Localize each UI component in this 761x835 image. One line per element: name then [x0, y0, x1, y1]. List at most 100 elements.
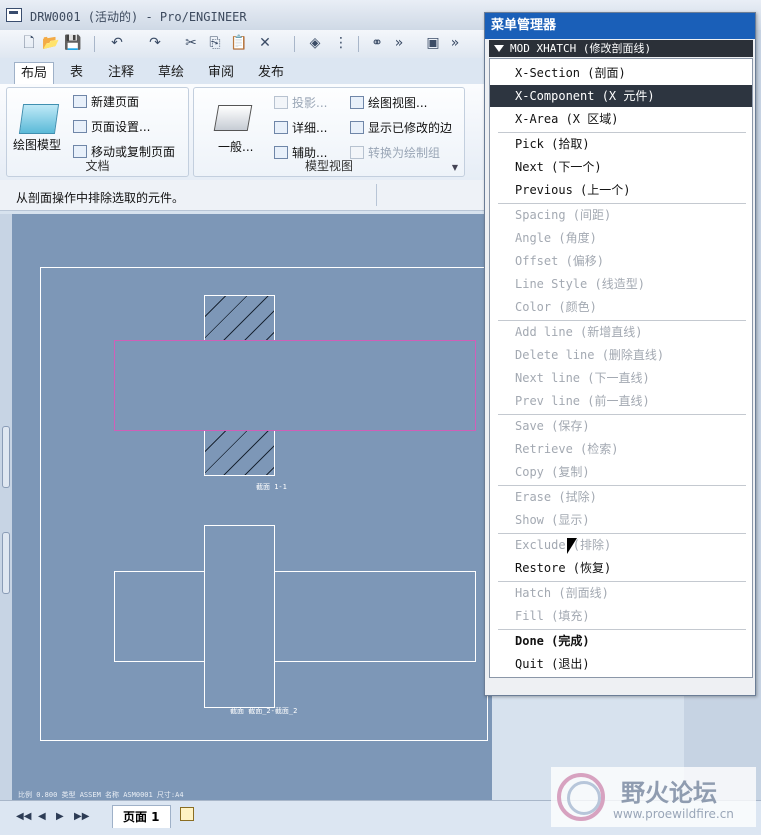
window-title: DRW0001 (活动的) - Pro/ENGINEER [30, 10, 247, 24]
prev-page-icon[interactable]: ◀ [38, 811, 46, 822]
status-message: 从剖面操作中排除选取的元件。 [16, 191, 185, 205]
more-tools-2[interactable]: » [446, 34, 464, 52]
show-modified-edges-icon [350, 121, 364, 134]
redo-icon[interactable]: ↷ [146, 34, 164, 52]
menu-item-x-area[interactable]: X-Area (X 区域) [490, 108, 752, 130]
drawing-view-icon [350, 96, 364, 109]
show-modified-edges-button[interactable]: 显示已修改的边 [350, 119, 452, 136]
new-file-icon[interactable]: 🗋 [20, 34, 38, 52]
splitter-handle[interactable] [2, 532, 10, 594]
add-page-icon[interactable] [180, 807, 194, 821]
next-page-icon[interactable]: ▶ [56, 811, 64, 822]
watermark-url: www.proewildfire.cn [613, 807, 734, 821]
toolbar-divider [294, 36, 295, 52]
menu-manager: 菜单管理器 MOD XHATCH (修改剖面线) X-Section (剖面) X… [484, 12, 756, 696]
plate-outline [114, 571, 476, 662]
tab-annotate[interactable]: 注释 [102, 62, 140, 83]
drawing-view-label: 绘图视图... [368, 96, 428, 110]
document-group-label: 文档 [85, 159, 110, 173]
collapse-triangle-icon [494, 45, 504, 52]
group-expand-icon[interactable]: ▼ [452, 163, 458, 172]
new-page-icon [73, 95, 87, 108]
menu-item-pick[interactable]: Pick (拾取) [490, 133, 752, 155]
tree-icon[interactable]: ⋮ [332, 34, 350, 52]
menu-item-done[interactable]: Done (完成) [490, 630, 752, 652]
watermark-logo-ring [567, 781, 601, 815]
section-label-2: 截面 截面_2-截面_2 [230, 707, 298, 715]
mouse-cursor-icon [567, 538, 577, 554]
show-modified-edges-label: 显示已修改的边 [368, 121, 453, 135]
toolbar-divider [94, 36, 95, 52]
new-page-button[interactable]: 新建页面 [73, 93, 139, 110]
save-icon[interactable]: 💾 [64, 34, 82, 52]
menu-item-hatch: Hatch (剖面线) [515, 586, 609, 600]
find-binoculars-icon[interactable]: ⚭ [368, 34, 386, 52]
delete-icon[interactable]: ✕ [256, 34, 274, 52]
menu-item-previous[interactable]: Previous (上一个) [490, 179, 752, 201]
toolbar-divider [358, 36, 359, 52]
page-setup-button[interactable]: 页面设置... [73, 118, 150, 135]
menu-item-next[interactable]: Next (下一个) [490, 156, 752, 178]
menu-item-offset: Offset (偏移) [515, 254, 605, 268]
last-page-icon[interactable]: ▶▶ [74, 811, 89, 822]
menu-manager-title: 菜单管理器 [485, 13, 755, 39]
menu-item-show: Show (显示) [515, 513, 590, 527]
first-page-icon[interactable]: ◀◀ [16, 811, 31, 822]
cut-icon[interactable]: ✂ [182, 34, 200, 52]
menu-item-x-section[interactable]: X-Section (剖面) [490, 62, 752, 84]
menu-item-erase: Erase (拭除) [515, 490, 597, 504]
highlighted-component[interactable] [114, 340, 476, 431]
menu-item-next-line: Next line (下一直线) [515, 371, 650, 385]
status-divider [376, 184, 377, 206]
layers-icon[interactable]: ◈ [306, 34, 324, 52]
hatched-component-bottom[interactable] [204, 430, 275, 476]
general-view-icon [213, 105, 253, 131]
more-tools-1[interactable]: » [390, 34, 408, 52]
menu-item-x-component[interactable]: X-Component (X 元件) [490, 85, 752, 107]
menu-item-delete-line: Delete line (删除直线) [515, 348, 665, 362]
splitter-handle[interactable] [2, 426, 10, 488]
undo-icon[interactable]: ↶ [108, 34, 126, 52]
forum-watermark: 野火论坛 www.proewildfire.cn [551, 767, 756, 827]
drawing-model-button[interactable]: 绘图模型 [13, 136, 61, 153]
page-tab[interactable]: 页面 1 [112, 805, 171, 828]
copy-icon[interactable]: ⎘ [206, 34, 224, 52]
tab-sketch[interactable]: 草绘 [152, 62, 190, 83]
hatched-component-top[interactable] [204, 295, 275, 341]
general-view-button[interactable]: 一般... [218, 138, 253, 155]
model-view-group-label: 模型视图 [304, 159, 353, 173]
paste-icon[interactable]: 📋 [230, 34, 248, 52]
left-splitter[interactable] [0, 214, 12, 800]
drawing-view-button[interactable]: 绘图视图... [350, 94, 427, 111]
menu-item-exclude: Exclude (排除) [515, 538, 612, 552]
page-setup-label: 页面设置... [91, 120, 151, 134]
column-outline [204, 525, 275, 708]
page-setup-icon [73, 120, 87, 133]
menu-item-line-style: Line Style (线造型) [515, 277, 645, 291]
detail-label: 详细... [292, 121, 328, 135]
menu-item-angle: Angle (角度) [515, 231, 597, 245]
menu-item-restore[interactable]: Restore (恢复) [490, 557, 752, 579]
menu-item-retrieve: Retrieve (检索) [515, 442, 619, 456]
model-view-group: 一般... 投影... 详细... 辅助... 绘图视图... 显示已修改的边 … [193, 87, 465, 177]
open-folder-icon[interactable]: 📂 [42, 34, 60, 52]
detail-view-button[interactable]: 详细... [274, 119, 327, 136]
tab-table[interactable]: 表 [64, 62, 89, 83]
drawing-canvas[interactable]: 截面 1-1 截面 截面_2-截面_2 比例 0.800 类型 ASSEM 名称… [12, 214, 492, 800]
menu-item-color: Color (颜色) [515, 300, 597, 314]
watermark-text: 野火论坛 [621, 779, 717, 807]
menu-item-copy: Copy (复制) [515, 465, 590, 479]
menu-body: X-Section (剖面) X-Component (X 元件) X-Area (… [489, 58, 753, 678]
projection-label: 投影... [292, 96, 328, 110]
projection-view-button[interactable]: 投影... [274, 94, 327, 111]
drawing-info: 比例 0.800 类型 ASSEM 名称 ASM0001 尺寸:A4 [18, 791, 184, 799]
tab-publish[interactable]: 发布 [252, 62, 290, 83]
drawing-model-icon [18, 104, 60, 134]
tab-review[interactable]: 审阅 [202, 62, 240, 83]
menu-item-fill: Fill (填充) [515, 609, 590, 623]
menu-item-quit[interactable]: Quit (退出) [490, 653, 752, 675]
sheet-setup-icon[interactable]: ▣ [424, 34, 442, 52]
tab-layout[interactable]: 布局 [14, 62, 55, 84]
menu-header[interactable]: MOD XHATCH (修改剖面线) [489, 40, 753, 57]
new-page-label: 新建页面 [91, 95, 140, 109]
